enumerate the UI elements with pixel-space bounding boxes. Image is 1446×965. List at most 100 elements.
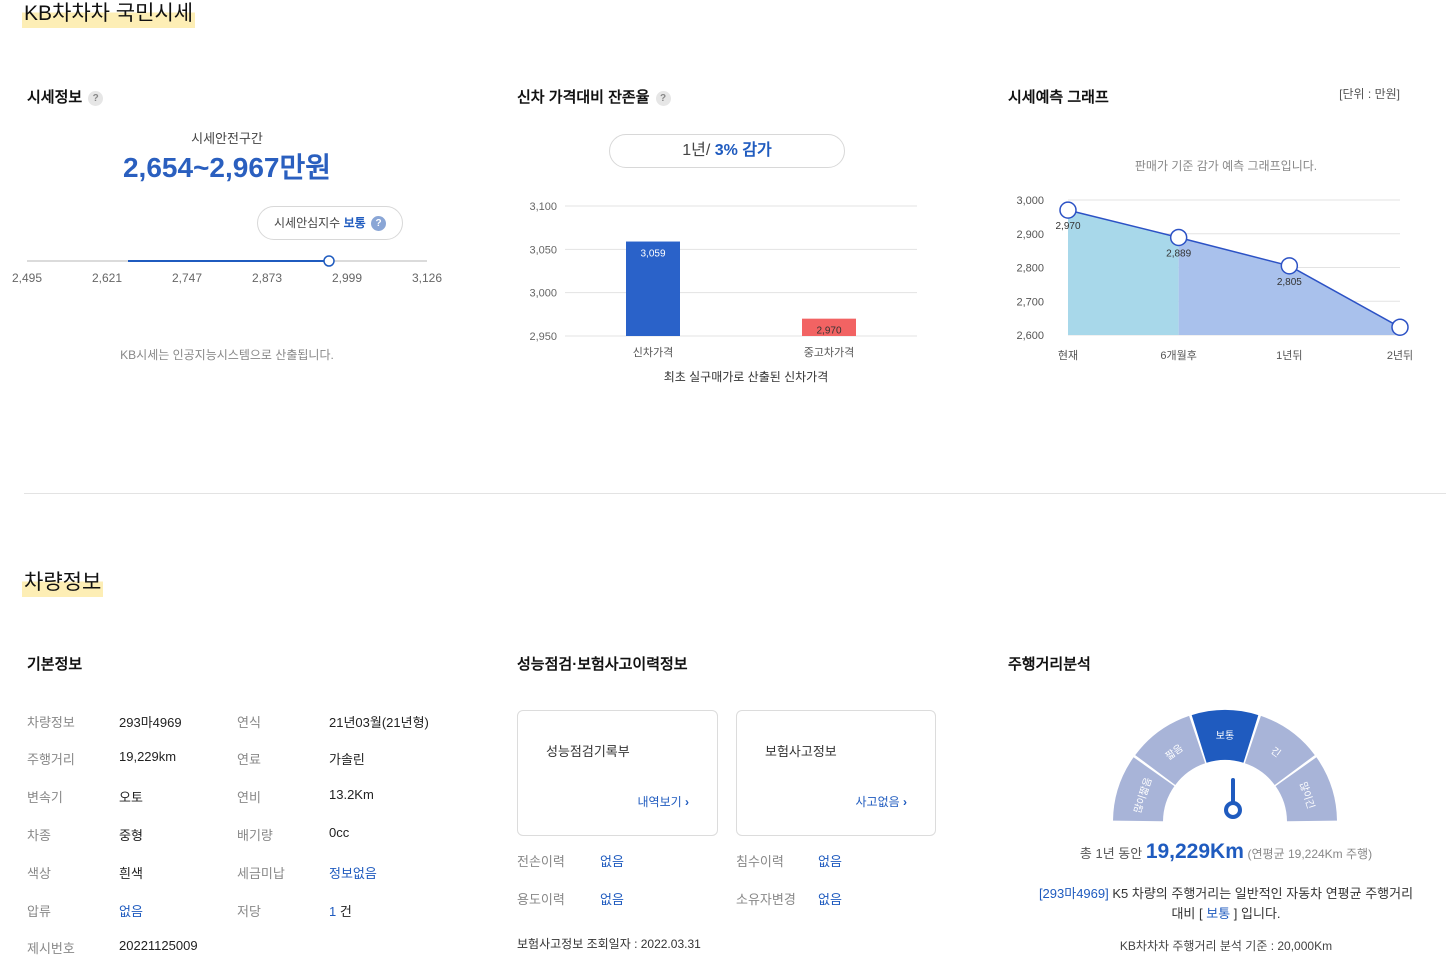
scale-tick: 2,747 [172, 271, 202, 285]
data-point [1391, 318, 1409, 336]
x-category-label: 신차가격 [633, 346, 673, 359]
price-note: KB시세는 인공지능시스템으로 산출됩니다. [120, 348, 334, 362]
info-label: 연료 [237, 752, 261, 767]
residual-title: 신차 가격대비 잔존율? [517, 86, 671, 107]
info-value: 가솔린 [329, 752, 365, 767]
inspection-title: 성능점검·보험사고이력정보 [517, 656, 688, 673]
history-value[interactable]: 없음 [818, 851, 842, 870]
info-value: 흰색 [119, 866, 143, 881]
info-value: 13.2Km [329, 787, 374, 802]
chevron-right-icon: › [903, 795, 907, 809]
info-label: 변속기 [27, 790, 63, 805]
history-label: 침수이력 [736, 854, 784, 869]
forecast-unit: [단위 : 만원] [1339, 87, 1400, 101]
point-data-label: 2,805 [1277, 277, 1302, 288]
y-tick-label: 2,950 [529, 331, 557, 343]
history-label: 전손이력 [517, 854, 565, 869]
history-value[interactable]: 없음 [600, 889, 624, 908]
x-axis-caption: 최초 실구매가로 산출된 신차가격 [664, 370, 829, 384]
gauge-segment-label: 보통 [1216, 730, 1234, 742]
help-icon[interactable]: ? [371, 216, 387, 231]
scale-tick: 2,621 [92, 271, 122, 285]
performance-record-link[interactable]: 내역보기 › [637, 793, 689, 810]
y-tick-label: 3,050 [529, 244, 557, 256]
info-value: 0cc [329, 825, 350, 840]
performance-record-card[interactable]: 성능점검기록부 내역보기 › [517, 710, 718, 836]
performance-record-title: 성능점검기록부 [546, 744, 630, 759]
info-value: 19,229km [119, 749, 177, 764]
mileage-basis: KB차차차 주행거리 분석 기준 : 20,000Km [1119, 939, 1333, 953]
info-value: 20221125009 [119, 938, 198, 953]
bar-data-label: 2,970 [816, 326, 841, 337]
history-label: 용도이력 [517, 892, 565, 907]
data-point [1169, 228, 1188, 247]
y-tick-label: 3,000 [1016, 195, 1044, 207]
info-value: 오토 [119, 790, 143, 805]
mortgage-count-link[interactable]: 1 [329, 904, 336, 919]
y-tick-label: 2,700 [1016, 296, 1044, 308]
y-tick-label: 2,600 [1016, 330, 1044, 342]
help-icon[interactable]: ? [88, 91, 104, 106]
info-label: 저당 [237, 904, 261, 919]
x-category-label: 중고차가격 [804, 346, 855, 359]
price-scale-handle [323, 255, 335, 267]
data-point [1280, 257, 1299, 275]
bar-data-label: 3,059 [640, 249, 665, 260]
x-category-label: 2년뒤 [1387, 349, 1413, 362]
trust-index-badge[interactable]: 시세안심지수 보통 ? [257, 206, 403, 240]
insurance-accident-title: 보험사고정보 [765, 744, 837, 759]
safe-range-value: 2,654~2,967만원 [122, 152, 331, 183]
info-label: 배기량 [237, 828, 273, 843]
info-label: 주행거리 [27, 752, 75, 767]
lookup-date: 보험사고정보 조회일자 : 2022.03.31 [517, 937, 701, 951]
scale-tick: 3,126 [412, 271, 442, 285]
info-label: 압류 [27, 904, 51, 919]
history-value[interactable]: 없음 [600, 851, 624, 870]
insurance-accident-card[interactable]: 보험사고정보 사고없음 › [736, 710, 936, 836]
scale-tick: 2,873 [252, 271, 282, 285]
info-label: 차량정보 [27, 715, 75, 730]
info-value: 중형 [119, 828, 143, 843]
y-tick-label: 2,800 [1016, 263, 1044, 275]
info-label: 색상 [27, 866, 51, 881]
basic-info-title: 기본정보 [27, 656, 83, 673]
area-fill-current [1068, 210, 1179, 335]
mileage-gauge: 많이짧음짧음보통긴많이긴 [1113, 710, 1337, 822]
x-category-label: 현재 [1058, 349, 1078, 362]
history-value[interactable]: 없음 [818, 889, 842, 908]
scale-tick: 2,999 [332, 271, 362, 285]
x-category-label: 1년뒤 [1276, 349, 1302, 362]
forecast-title: 시세예측 그래프 [1008, 89, 1109, 106]
residual-badge: 1년/ 3% 감가 [609, 134, 845, 168]
price-scale: 2,495 2,621 2,747 2,873 2,999 3,126 [12, 255, 442, 285]
market-section-title: KB차차차 국민시세 [22, 0, 196, 28]
info-value: 21년03월(21년형) [329, 715, 429, 730]
residual-bar-chart: 2,950 3,000 3,050 3,100 3,059 신차가격 2,970 중고차가격최… [529, 201, 917, 384]
safe-range-label: 시세안전구간 [191, 131, 263, 146]
scale-tick: 2,495 [12, 271, 42, 285]
info-value: 293마4969 [119, 715, 182, 730]
data-point [1059, 201, 1077, 219]
info-label: 연식 [237, 715, 261, 730]
point-data-label: 2,970 [1055, 221, 1080, 232]
seizure-link[interactable]: 없음 [119, 901, 143, 920]
mortgage-value: 1 건 [329, 904, 352, 919]
history-label: 소유자변경 [736, 892, 796, 907]
chevron-right-icon: › [685, 795, 689, 809]
info-label: 세금미납 [237, 866, 285, 881]
info-label: 제시번호 [27, 941, 75, 956]
mileage-total: 총 1년 동안 19,229Km (연평균 19,224Km 주행) [1079, 840, 1373, 863]
section-divider [24, 493, 1446, 494]
tax-unpaid-link[interactable]: 정보없음 [329, 863, 377, 882]
y-tick-label: 3,000 [529, 288, 557, 300]
forecast-subtitle: 판매가 기준 감가 예측 그래프입니다. [1134, 159, 1318, 173]
info-label: 차종 [27, 828, 51, 843]
mileage-total-value: 19,229Km [1145, 840, 1244, 863]
help-icon[interactable]: ? [655, 91, 671, 106]
insurance-accident-link[interactable]: 사고없음 › [855, 793, 907, 810]
y-tick-label: 2,900 [1016, 229, 1044, 241]
x-category-label: 6개월후 [1160, 349, 1196, 362]
price-info-title: 시세정보? [27, 86, 104, 107]
y-tick-label: 3,100 [529, 201, 557, 213]
mileage-title: 주행거리분석 [1008, 656, 1091, 673]
